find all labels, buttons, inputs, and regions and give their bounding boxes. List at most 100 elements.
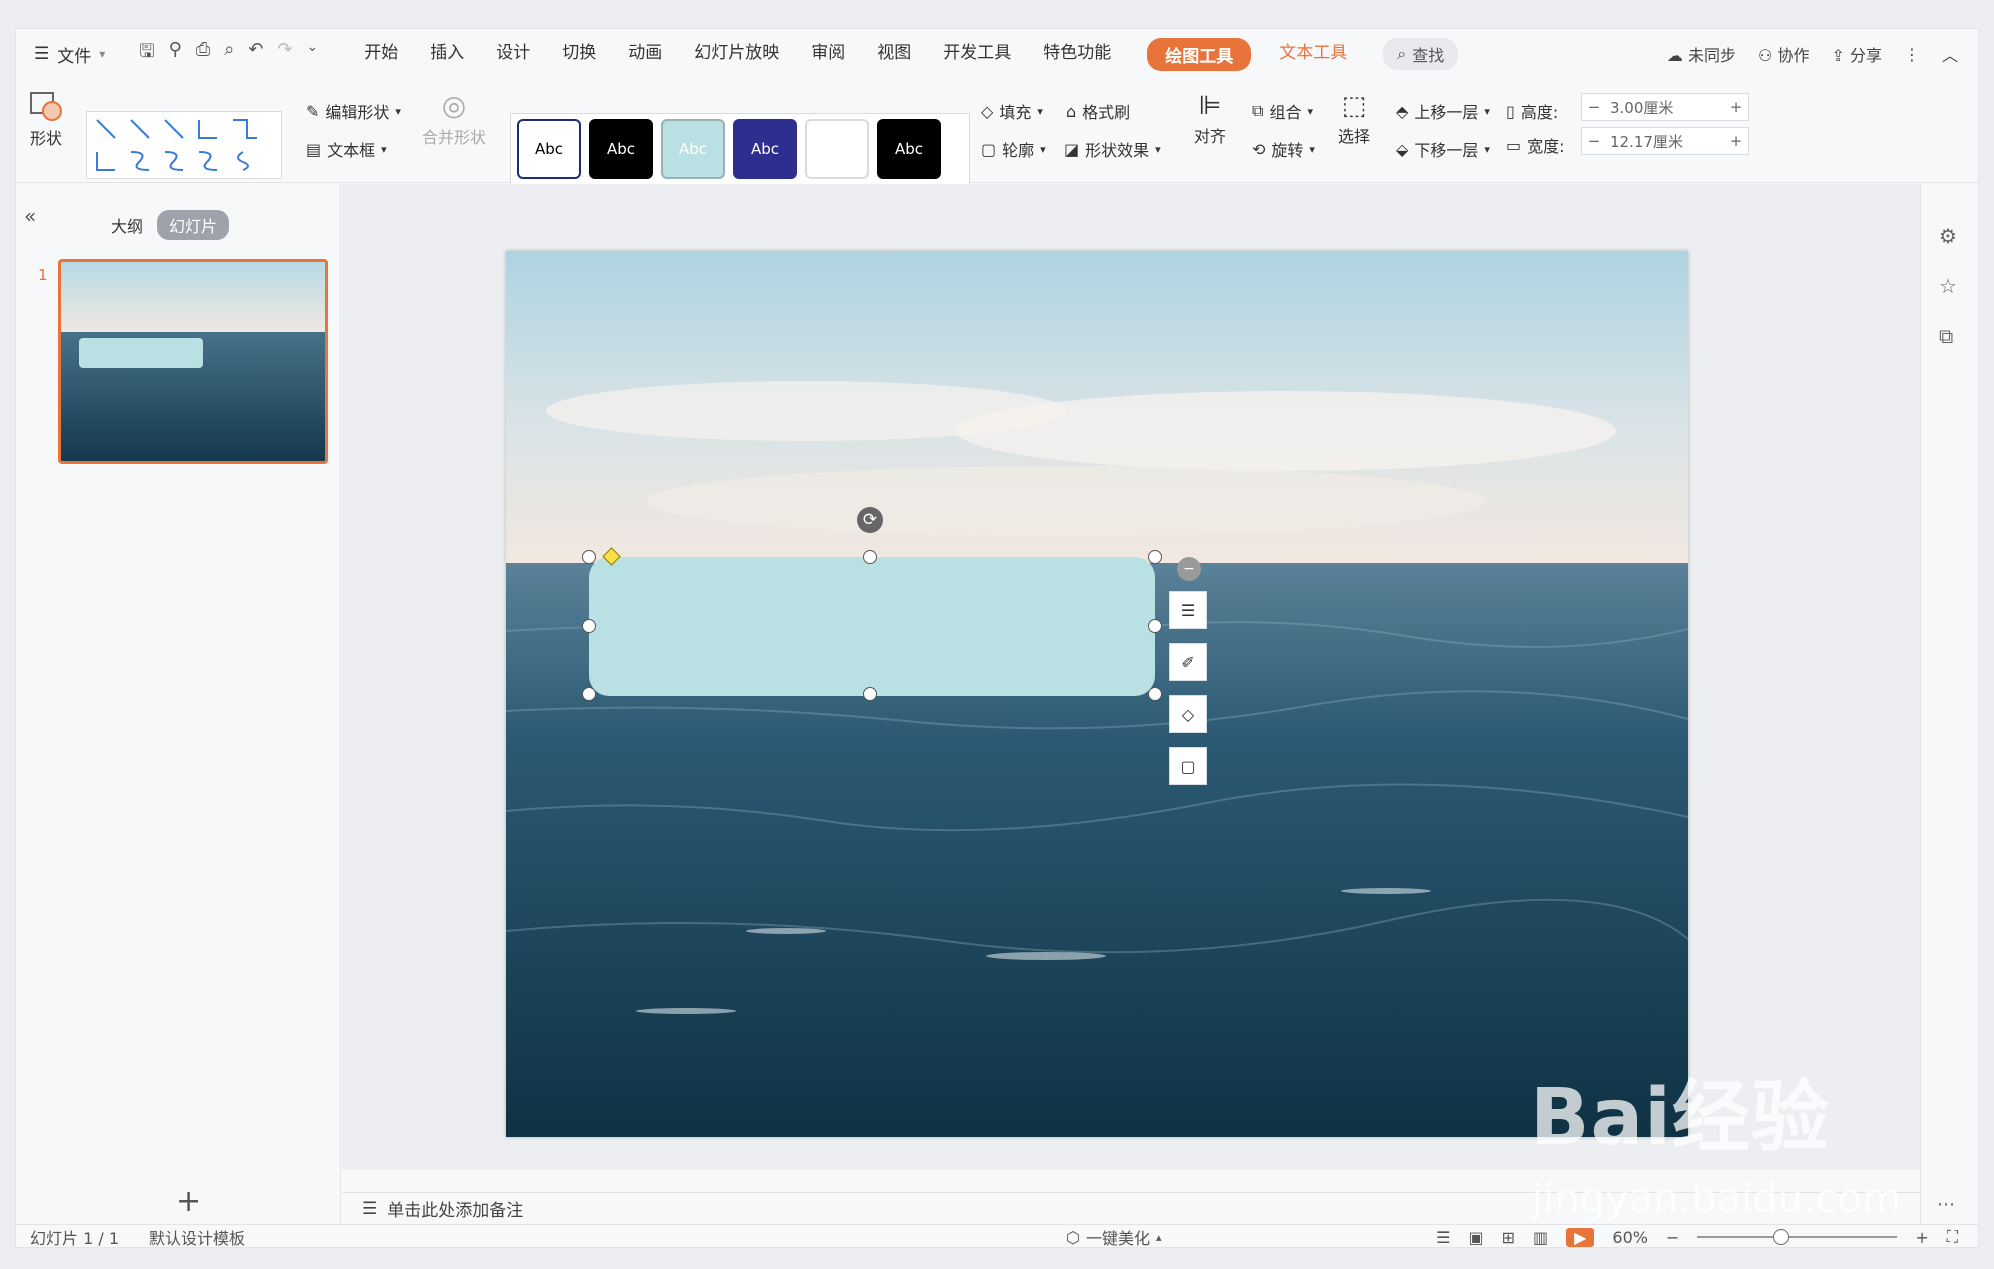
layers-icon[interactable]: ☰ [1169,591,1207,629]
notes-icon: ☰ [362,1198,378,1219]
style-swatch-2[interactable]: Abc [589,119,653,179]
undo-icon[interactable]: ↶ [248,39,263,69]
width-increment-button[interactable]: + [1724,132,1748,150]
resize-handle-bottom-left[interactable] [582,687,596,701]
slide-thumbnail[interactable] [58,259,328,464]
properties-icon[interactable]: ⚙ [1939,224,1957,248]
style-swatch-1[interactable]: Abc [517,119,581,179]
save-icon[interactable]: 🖫 [139,39,154,69]
style-swatch-5[interactable] [805,119,869,179]
outline-button[interactable]: ▢ 轮廓 ▾ [981,137,1046,161]
tab-slideshow[interactable]: 幻灯片放映 [678,38,795,71]
rotate-handle-icon[interactable]: ⟳ [857,507,883,533]
resize-handle-top[interactable] [863,550,877,564]
bring-forward-icon: ⬘ [1396,101,1409,121]
width-decrement-button[interactable]: − [1582,132,1606,150]
text-box-button[interactable]: ▤ 文本框 ▾ [306,137,387,161]
tab-developer[interactable]: 开发工具 [927,38,1027,71]
style-swatch-6[interactable]: Abc [877,119,941,179]
style-swatch-3[interactable]: Abc [661,119,725,179]
resize-handle-bottom-right[interactable] [1148,687,1162,701]
resize-handle-top-right[interactable] [1148,550,1162,564]
template-name[interactable]: 默认设计模板 [149,1225,245,1247]
sync-label: 未同步 [1688,46,1737,65]
selected-rounded-rectangle[interactable] [589,557,1155,696]
zoom-level[interactable]: 60% [1612,1228,1648,1247]
tab-home[interactable]: 开始 [348,38,414,71]
tab-insert[interactable]: 插入 [414,38,480,71]
pen-icon[interactable]: ✐ [1169,643,1207,681]
sync-button[interactable]: ☁ 未同步 [1667,42,1736,66]
edit-shape-button[interactable]: ✎ 编辑形状 ▾ [306,99,401,123]
resize-handle-top-left[interactable] [582,550,596,564]
tab-text-tools[interactable]: 文本工具 [1263,38,1363,71]
print-icon[interactable]: ⎙ [196,39,210,69]
file-menu[interactable]: ☰ 文件 ▾ [34,42,105,67]
reading-view-icon[interactable]: ▥ [1533,1228,1548,1247]
fill-button[interactable]: ◇ 填充 ▾ [981,99,1043,123]
tab-design[interactable]: 设计 [480,38,546,71]
search-box[interactable]: ⌕ 查找 [1383,38,1459,70]
play-slideshow-icon[interactable]: ▶ [1566,1227,1595,1247]
fill-icon[interactable]: ◇ [1169,695,1207,733]
merge-shape-button[interactable]: ◎ 合并形状 [422,89,486,148]
resize-handle-left[interactable] [582,619,596,633]
resize-handle-right[interactable] [1148,619,1162,633]
group-button[interactable]: ⧉ 组合 ▾ [1252,99,1313,123]
notes-toggle-icon[interactable]: ☰ [1436,1228,1450,1247]
tab-review[interactable]: 审阅 [795,38,861,71]
beautify-button[interactable]: ⬡ 一键美化 ▴ [1066,1225,1162,1248]
height-label-text: 高度: [1520,103,1559,122]
resize-handle-bottom[interactable] [863,687,877,701]
width-field[interactable]: − 12.17厘米 + [1581,127,1749,155]
zoom-slider-thumb[interactable] [1773,1229,1790,1245]
slides-icon[interactable]: ⧉ [1939,324,1953,348]
share-button[interactable]: ⇪ 分享 [1831,42,1882,66]
tab-transition[interactable]: 切换 [546,38,612,71]
collapse-panel-icon[interactable]: « [24,204,36,228]
bring-forward-button[interactable]: ⬘ 上移一层 ▾ [1396,99,1490,123]
baidu-watermark: Bai经验 [1530,1073,1830,1163]
more-options-icon[interactable]: ⋯ [1937,1194,1955,1215]
style-swatch-4[interactable]: Abc [733,119,797,179]
tab-view[interactable]: 视图 [861,38,927,71]
collapse-ribbon-icon[interactable]: ︿ [1942,42,1958,66]
rotate-button[interactable]: ⟲ 旋转 ▾ [1252,137,1315,161]
shape-effect-button[interactable]: ◪ 形状效果 ▾ [1064,137,1161,161]
add-slide-button[interactable]: + [176,1184,201,1219]
height-field[interactable]: − 3.00厘米 + [1581,93,1749,121]
format-painter-icon[interactable]: ⚲ [169,39,182,69]
height-increment-button[interactable]: + [1724,98,1748,116]
zoom-in-icon[interactable]: + [1915,1228,1928,1247]
edit-shape-icon: ✎ [306,101,320,121]
width-label: ▭ 宽度: [1506,133,1565,157]
print-preview-icon[interactable]: ⌕ [224,39,234,69]
align-button[interactable]: ⊫ 对齐 [1194,91,1226,147]
tab-drawing-tools[interactable]: 绘图工具 [1147,37,1252,71]
customize-toolbar-icon[interactable]: ⌄ [307,39,319,69]
shape-button[interactable]: 形状 [28,89,64,149]
beautify-icon: ⬡ [1066,1227,1080,1247]
zoom-slider[interactable] [1697,1229,1898,1245]
star-icon[interactable]: ☆ [1939,274,1957,298]
normal-view-icon[interactable]: ▣ [1468,1228,1483,1247]
grid-view-icon[interactable]: ⊞ [1502,1228,1515,1247]
select-button[interactable]: ⬚ 选择 [1338,91,1370,147]
tab-slides[interactable]: 幻灯片 [157,210,230,240]
height-decrement-button[interactable]: − [1582,98,1606,116]
collab-button[interactable]: ⚇ 协作 [1758,42,1809,66]
redo-icon[interactable]: ↷ [277,39,292,69]
tab-outline[interactable]: 大纲 [111,213,143,237]
more-icon[interactable]: ⋮ [1904,45,1920,64]
send-backward-button[interactable]: ⬙ 下移一层 ▾ [1396,137,1490,161]
shapes-icon [30,92,62,121]
zoom-out-icon[interactable]: − [1666,1228,1679,1247]
format-brush-button[interactable]: ⌂ 格式刷 [1066,99,1130,123]
user-icon: ⚇ [1758,46,1773,65]
border-icon[interactable]: ▢ [1169,747,1207,785]
tab-animation[interactable]: 动画 [612,38,678,71]
fit-window-icon[interactable]: ⛶ [1947,1227,1958,1247]
shape-gallery[interactable] [86,111,282,179]
collapse-toolbar-icon[interactable]: − [1177,557,1201,581]
tab-special[interactable]: 特色功能 [1027,38,1127,71]
